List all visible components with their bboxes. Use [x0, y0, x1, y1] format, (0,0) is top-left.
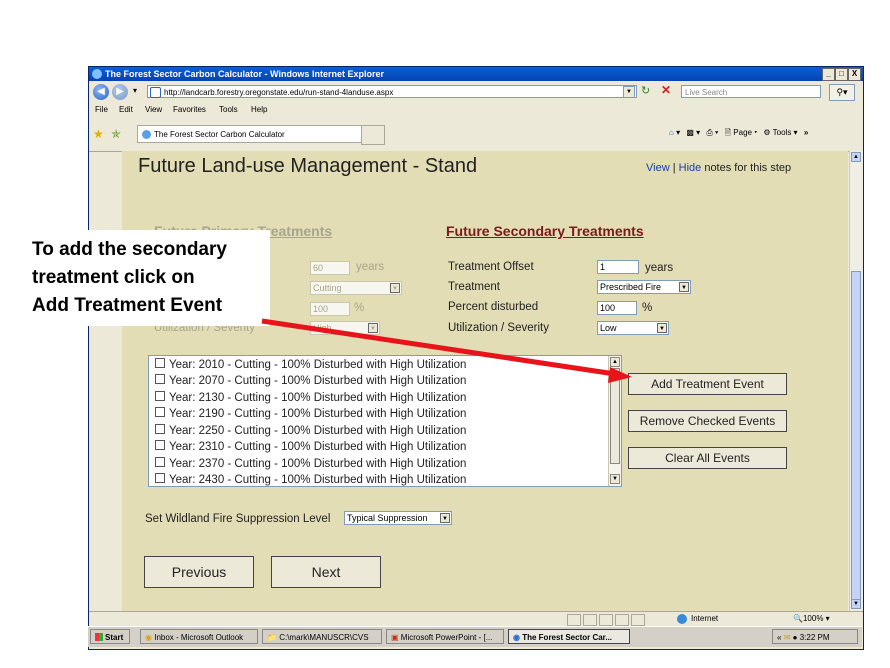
taskbar-item-outlook[interactable]: ◉ Inbox - Microsoft Outlook — [140, 629, 258, 644]
arrow-head — [608, 367, 632, 383]
taskbar-item-powerpoint[interactable]: ▣ Microsoft PowerPoint - [... — [386, 629, 504, 644]
windows-logo-icon — [95, 633, 103, 641]
taskbar-item-ie[interactable]: ◉ The Forest Sector Car... — [508, 629, 630, 644]
ie-icon: ◉ — [513, 633, 520, 642]
taskbar-item-label: Microsoft PowerPoint - [... — [400, 633, 493, 642]
callout-arrow — [261, 318, 632, 383]
arrow-line — [261, 318, 616, 377]
powerpoint-icon: ▣ — [391, 633, 399, 642]
taskbar-item-label: The Forest Sector Car... — [522, 633, 613, 642]
taskbar-item-label: C:\mark\MANUSCR\CVS — [279, 633, 369, 642]
folder-icon: 📁 — [267, 633, 277, 642]
clock: 3:22 PM — [799, 633, 830, 642]
start-label: Start — [105, 633, 124, 642]
taskbar-item-label: Inbox - Microsoft Outlook — [154, 633, 244, 642]
tray-app-icon[interactable]: ● — [793, 633, 798, 642]
mail-icon[interactable]: ✉ — [784, 633, 791, 642]
start-button[interactable]: Start — [90, 629, 130, 644]
taskbar: Start ◉ Inbox - Microsoft Outlook 📁 C:\m… — [88, 626, 862, 647]
system-tray: « ✉ ● 3:22 PM — [772, 629, 858, 644]
taskbar-item-folder[interactable]: 📁 C:\mark\MANUSCR\CVS — [262, 629, 382, 644]
outlook-icon: ◉ — [145, 633, 152, 642]
tray-expand-icon[interactable]: « — [777, 633, 781, 642]
